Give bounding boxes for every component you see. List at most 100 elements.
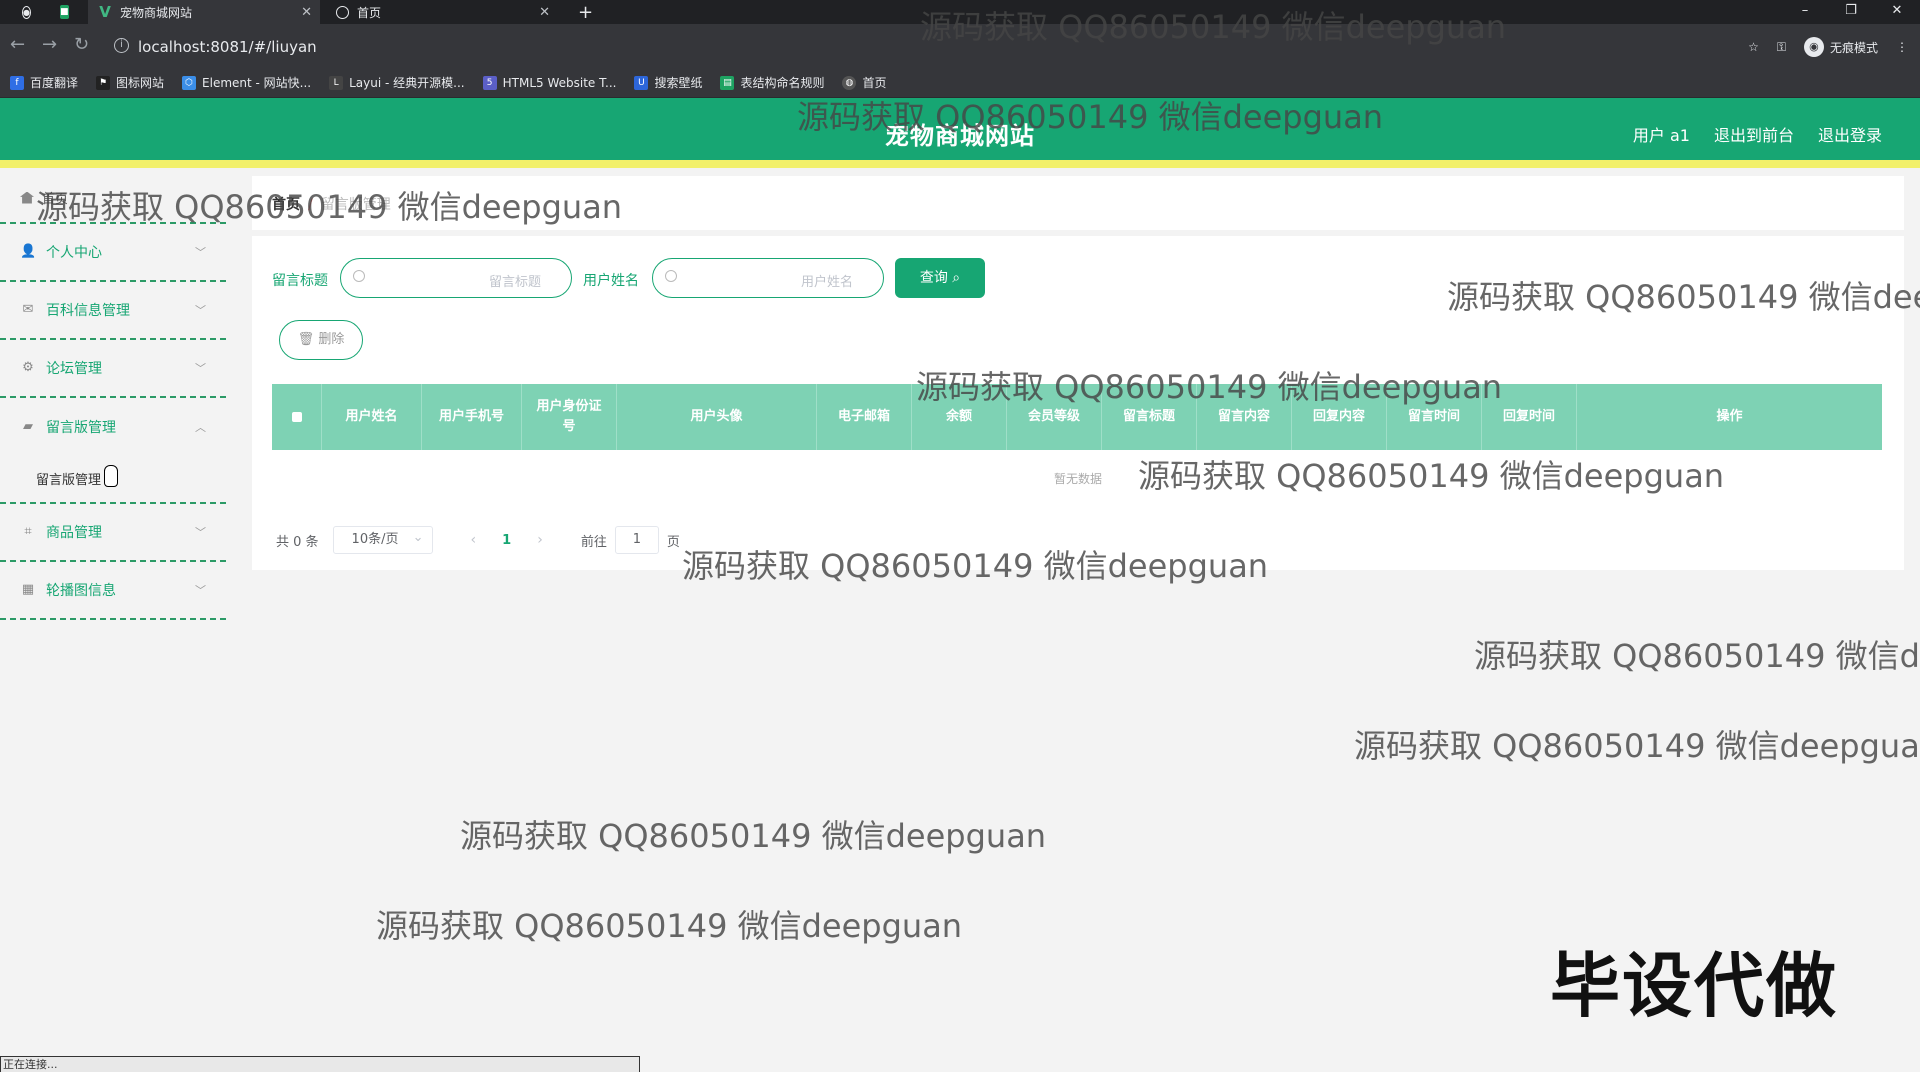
gear-icon: ⚙ <box>22 360 34 375</box>
bookmark[interactable]: L Layui - 经典开源模... <box>329 74 465 91</box>
restore-icon[interactable]: ❐ <box>1828 0 1874 24</box>
more-icon[interactable]: ⋮ <box>1896 40 1908 54</box>
column-header[interactable]: 用户身份证号 <box>522 384 617 450</box>
column-header[interactable]: 会员等级 <box>1007 384 1102 450</box>
breadcrumb-home[interactable]: 首页 <box>272 197 300 213</box>
sidebar-item-encyclopedia[interactable]: ✉ 百科信息管理 ﹀ <box>0 282 226 340</box>
star-icon[interactable]: ☆ <box>1748 40 1759 54</box>
bookmark-label: Element - 网站快... <box>202 76 312 90</box>
tab-title: 首页 <box>357 5 382 20</box>
reload-icon[interactable]: ↻ <box>74 34 89 55</box>
app-header: 宠物商城网站 用户 a1 退出到前台 退出登录 <box>0 98 1920 168</box>
bookmark[interactable]: f 百度翻译 <box>10 74 78 91</box>
tab-home[interactable]: 首页 ✕ <box>326 0 558 24</box>
close-window-icon[interactable]: ✕ <box>1874 0 1920 24</box>
username-search-input[interactable]: 用户姓名 <box>652 258 884 298</box>
select-all-checkbox-cell[interactable] <box>272 384 322 450</box>
column-header[interactable]: 回复时间 <box>1482 384 1577 450</box>
username-search-label: 用户姓名 <box>583 273 639 289</box>
crop-icon: ⌗ <box>24 524 32 539</box>
sidebar-home[interactable]: 首页 <box>20 188 68 207</box>
profile-button[interactable]: ◉ 无痕模式 <box>1803 37 1878 57</box>
page-size-select[interactable]: 10条/页 <box>332 525 433 554</box>
column-header[interactable]: 余额 <box>912 384 1007 450</box>
delete-button-label: 删除 <box>318 332 345 347</box>
folder-icon: ▰ <box>23 419 33 434</box>
title-search-label: 留言标题 <box>272 273 328 289</box>
sidebar-item-products[interactable]: ⌗ 商品管理 ﹀ <box>0 504 226 562</box>
forward-icon[interactable]: → <box>42 34 57 55</box>
sidebar-item-label: 轮播图信息 <box>46 583 116 599</box>
submenu-message-board[interactable]: 留言版管理 <box>36 469 101 488</box>
bookmark-label: 首页 <box>862 76 887 90</box>
prev-page-icon[interactable]: ‹ <box>471 532 477 548</box>
pagination: 共 0 条 10条/页 ‹ 1 › 前往 1 页 <box>276 525 680 554</box>
incognito-icon: ◉ <box>1803 37 1824 57</box>
delete-button[interactable]: 🗑 删除 <box>279 320 363 360</box>
bookmark[interactable]: 5 HTML5 Website T... <box>482 75 616 90</box>
logout-link[interactable]: 退出登录 <box>1818 122 1882 146</box>
table-empty-text: 暂无数据 <box>1053 472 1102 486</box>
home-label: 首页 <box>42 192 69 207</box>
address-bar-row: ← → ↻ i localhost:8081/#/liuyan ☆ ⚿ ◉ 无痕… <box>0 24 1920 72</box>
new-tab-button[interactable]: + <box>568 0 598 24</box>
column-header[interactable]: 用户姓名 <box>322 384 422 450</box>
window-controls: – ❐ ✕ <box>1782 0 1920 24</box>
element-icon: ⬡ <box>182 75 197 90</box>
tab-title: 宠物商城网站 <box>120 5 193 20</box>
sidebar-item-carousel[interactable]: ▦ 轮播图信息 ﹀ <box>0 562 226 620</box>
sidebar-item-message-board[interactable]: ▰ 留言版管理 ︿ <box>0 398 226 456</box>
bookmark[interactable]: U 搜索壁纸 <box>634 74 702 91</box>
key-icon[interactable]: ⚿ <box>1777 40 1786 55</box>
chevron-down-icon: ﹀ <box>195 246 206 259</box>
title-search-input[interactable]: 留言标题 <box>340 258 572 298</box>
column-header[interactable]: 操作 <box>1577 384 1882 450</box>
bookmark[interactable]: ⚑ 图标网站 <box>96 74 164 91</box>
sidebar: 首页 👤 个人中心 ﹀ ✉ 百科信息管理 ﹀ ⚙ 论坛管理 ﹀ ▰ 留言版管理 … <box>0 176 226 1056</box>
minimize-icon[interactable]: – <box>1782 0 1828 24</box>
chevron-up-icon: ︿ <box>195 421 206 434</box>
tab-active[interactable]: V 宠物商城网站 ✕ <box>88 0 320 24</box>
column-header[interactable]: 留言标题 <box>1102 384 1197 450</box>
next-page-icon[interactable]: › <box>537 532 543 548</box>
pagination-total: 共 0 条 <box>276 534 319 550</box>
chrome-menu-tab[interactable]: ● <box>12 0 48 24</box>
browser-tab-strip: ● ■ V 宠物商城网站 ✕ 首页 ✕ + – ❐ ✕ <box>0 0 1920 24</box>
app-favicon-icon: ■ <box>60 5 69 19</box>
html5-icon: 5 <box>482 75 497 90</box>
bookmark[interactable]: ⬡ Element - 网站快... <box>182 74 311 91</box>
sidebar-item-label: 商品管理 <box>46 525 102 541</box>
bookmark[interactable]: ◍ 首页 <box>842 74 887 91</box>
bookmark[interactable]: ▤ 表结构命名规则 <box>720 74 824 91</box>
back-icon[interactable]: ← <box>10 34 25 55</box>
close-icon[interactable]: ✕ <box>301 5 312 20</box>
goto-page-input[interactable]: 1 <box>614 526 659 554</box>
page-number[interactable]: 1 <box>502 533 511 548</box>
bookmark-label: 表结构命名规则 <box>740 76 825 90</box>
column-header[interactable]: 留言内容 <box>1197 384 1292 450</box>
url-field[interactable]: localhost:8081/#/liuyan <box>138 38 317 56</box>
breadcrumb-current: 留言版管理 <box>320 197 391 213</box>
bookmarks-bar: f 百度翻译 ⚑ 图标网站 ⬡ Element - 网站快... L Layui - 经… <box>0 68 1920 98</box>
query-button-label: 查询 <box>919 270 948 286</box>
sidebar-item-label: 论坛管理 <box>46 361 102 377</box>
info-icon[interactable]: i <box>114 38 129 53</box>
sidebar-item-personal-center[interactable]: 👤 个人中心 ﹀ <box>0 224 226 282</box>
close-icon[interactable]: ✕ <box>539 5 550 20</box>
goto-label: 前往 <box>580 534 607 550</box>
pinned-tab[interactable]: ■ <box>50 0 86 24</box>
chevron-down-icon: ﹀ <box>195 526 206 539</box>
select-all-checkbox[interactable] <box>291 412 302 422</box>
column-header[interactable]: 用户头像 <box>617 384 817 450</box>
breadcrumb: 首页 / 留言版管理 <box>252 176 1904 230</box>
column-header[interactable]: 电子邮箱 <box>817 384 912 450</box>
home-icon <box>20 191 34 204</box>
column-header[interactable]: 回复内容 <box>1292 384 1387 450</box>
column-header[interactable]: 用户手机号 <box>422 384 522 450</box>
back-to-front-link[interactable]: 退出到前台 <box>1714 122 1794 146</box>
column-header[interactable]: 留言时间 <box>1387 384 1482 450</box>
query-button[interactable]: 查询 ⌕ <box>895 258 985 298</box>
sidebar-item-forum[interactable]: ⚙ 论坛管理 ﹀ <box>0 340 226 398</box>
user-name-link[interactable]: 用户 a1 <box>1633 122 1690 146</box>
chevron-down-icon: ﹀ <box>195 584 206 597</box>
